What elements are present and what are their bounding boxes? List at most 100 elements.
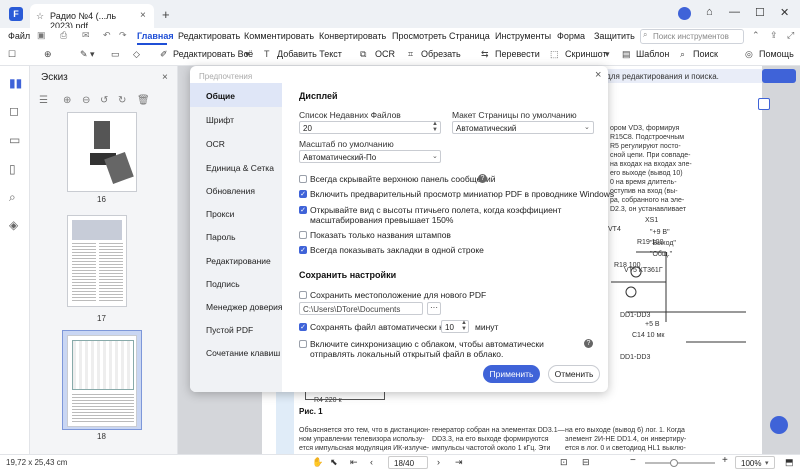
- ocr-button[interactable]: OCR: [375, 49, 395, 59]
- spin-down-icon[interactable]: ▼: [432, 127, 438, 133]
- nav-item-proxy[interactable]: Прокси: [206, 209, 234, 219]
- browse-button[interactable]: ···: [427, 302, 441, 315]
- zoom-level-select[interactable]: 100%: [735, 456, 775, 469]
- shape-icon[interactable]: ◇: [133, 49, 140, 60]
- comment-icon[interactable]: ▭: [9, 133, 20, 147]
- recent-files-input[interactable]: 20: [299, 121, 441, 134]
- hide-message-bar-checkbox[interactable]: [299, 175, 307, 183]
- notifications-icon[interactable]: ⌂: [706, 6, 713, 18]
- nav-item-general[interactable]: Общие: [206, 91, 235, 101]
- layers-icon[interactable]: ◈: [9, 218, 18, 232]
- hand-tool-icon[interactable]: ☐: [8, 49, 16, 60]
- nav-item-updates[interactable]: Обновления: [206, 186, 255, 196]
- dialog-close-button[interactable]: ×: [595, 69, 601, 81]
- maximize-button[interactable]: ☐: [755, 6, 765, 19]
- menu-tools[interactable]: Инструменты: [495, 31, 551, 41]
- fit-page-icon[interactable]: ⊡: [560, 457, 568, 468]
- chevron-down-icon[interactable]: ⌄: [432, 152, 438, 160]
- close-panel-icon[interactable]: ×: [162, 72, 168, 83]
- screenshot-chevron-icon[interactable]: ▾: [605, 49, 610, 60]
- dropdown-chevron-icon[interactable]: ▾: [245, 49, 250, 60]
- zoom-in-icon[interactable]: ⊕: [44, 49, 52, 60]
- menu-comment[interactable]: Комментировать: [244, 31, 314, 41]
- delete-page-icon[interactable]: 🗑: [137, 95, 150, 106]
- help-icon[interactable]: ?: [478, 174, 487, 183]
- zoom-in-status-icon[interactable]: +: [722, 455, 728, 466]
- redo-icon[interactable]: ↷: [119, 30, 127, 41]
- rotate-left-icon[interactable]: ↺: [100, 95, 108, 106]
- apply-button[interactable]: Применить: [483, 365, 540, 383]
- select-cursor-icon[interactable]: ⬉: [330, 457, 338, 468]
- page-thumbnail-16[interactable]: [67, 112, 137, 192]
- thumbnails-icon[interactable]: ▮▮: [9, 76, 22, 90]
- zoom-slider[interactable]: [645, 462, 715, 464]
- thumb-zoom-in-icon[interactable]: ⊕: [63, 95, 71, 106]
- bookmarks-one-line-checkbox[interactable]: ✓: [299, 246, 307, 254]
- print-icon[interactable]: ⎙: [60, 30, 67, 41]
- chevron-down-icon[interactable]: ⌄: [584, 123, 590, 131]
- page-thumbnail-18[interactable]: [67, 335, 137, 427]
- nav-item-password[interactable]: Пароль: [206, 232, 236, 242]
- stamp-names-checkbox[interactable]: [299, 231, 307, 239]
- crop-button[interactable]: Обрезать: [421, 49, 461, 59]
- rotate-right-icon[interactable]: ↻: [118, 95, 126, 106]
- page-number-input[interactable]: 18/40: [388, 456, 428, 469]
- template-button[interactable]: Шаблон: [636, 49, 669, 59]
- help-icon[interactable]: ?: [584, 339, 593, 348]
- thumbnail-menu-icon[interactable]: ☰: [39, 95, 48, 106]
- zoom-slider-handle[interactable]: [670, 459, 678, 467]
- menu-convert[interactable]: Конвертировать: [319, 31, 386, 41]
- thumb-zoom-out-icon[interactable]: ⊖: [82, 95, 90, 106]
- zoom-out-icon[interactable]: −: [630, 455, 636, 466]
- text-box-icon[interactable]: ▭: [111, 49, 120, 60]
- nav-item-signature[interactable]: Подпись: [206, 279, 240, 289]
- nav-item-ocr[interactable]: OCR: [206, 139, 225, 149]
- menu-protect[interactable]: Защитить: [594, 31, 635, 41]
- screenshot-button[interactable]: Скриншот: [565, 49, 607, 59]
- help-button[interactable]: Помощь: [759, 49, 794, 59]
- prev-page-icon[interactable]: ‹: [370, 457, 373, 467]
- email-icon[interactable]: ✉: [82, 30, 90, 41]
- new-tab-button[interactable]: +: [162, 7, 170, 22]
- fit-width-icon[interactable]: ⊟: [582, 457, 590, 468]
- save-icon[interactable]: ▣: [37, 30, 46, 41]
- more-icon[interactable]: ⌃: [752, 30, 760, 41]
- translate-button[interactable]: Перевести: [495, 49, 540, 59]
- default-zoom-select[interactable]: Автоматический-По: [299, 150, 441, 163]
- undo-icon[interactable]: ↶: [103, 30, 111, 41]
- nav-item-blank-pdf[interactable]: Пустой PDF: [206, 325, 253, 335]
- ai-assistant-icon[interactable]: [770, 416, 788, 434]
- menu-edit[interactable]: Редактировать: [178, 31, 240, 41]
- search-button[interactable]: Поиск: [693, 49, 718, 59]
- cloud-sync-checkbox[interactable]: [299, 340, 307, 348]
- menu-home[interactable]: Главная: [137, 31, 174, 41]
- zoom-chevron-icon[interactable]: ▾: [765, 459, 769, 467]
- cancel-button[interactable]: Отменить: [548, 365, 600, 383]
- attachment-icon[interactable]: ▯: [9, 162, 16, 176]
- nav-item-units-grid[interactable]: Единица & Сетка: [206, 163, 274, 173]
- autosave-checkbox[interactable]: ✓: [299, 323, 307, 331]
- first-page-icon[interactable]: ⇤: [350, 457, 358, 468]
- thumbnail-preview-checkbox[interactable]: ✓: [299, 190, 307, 198]
- tool-search-input[interactable]: Поиск инструментов: [640, 29, 744, 44]
- close-window-button[interactable]: ✕: [780, 6, 789, 19]
- birds-eye-checkbox[interactable]: ✓: [299, 206, 307, 214]
- minimize-button[interactable]: —: [729, 6, 740, 18]
- nav-item-editing[interactable]: Редактирование: [206, 256, 271, 266]
- search-panel-icon[interactable]: ⌕: [9, 190, 16, 205]
- nav-item-trust-manager[interactable]: Менеджер доверия: [206, 302, 283, 312]
- document-tab[interactable]: ☆ Радио №4 (...ль 2023).pdf ×: [30, 4, 154, 31]
- menu-file[interactable]: Файл: [8, 31, 30, 41]
- add-text-button[interactable]: Добавить Текст: [277, 49, 342, 59]
- expand-icon[interactable]: ⤢: [787, 30, 794, 41]
- close-tab-icon[interactable]: ×: [140, 10, 146, 21]
- last-page-icon[interactable]: ⇥: [455, 457, 463, 468]
- menu-view[interactable]: Просмотреть: [392, 31, 447, 41]
- save-location-checkbox[interactable]: [299, 291, 307, 299]
- spin-down-icon[interactable]: ▼: [461, 326, 467, 332]
- hand-cursor-icon[interactable]: ✋: [312, 457, 323, 468]
- share-icon[interactable]: ⇪: [770, 30, 778, 41]
- page-layout-select[interactable]: Автоматический: [452, 121, 594, 134]
- page-thumbnail-17[interactable]: [67, 215, 127, 307]
- fullscreen-icon[interactable]: ⬒: [785, 457, 794, 468]
